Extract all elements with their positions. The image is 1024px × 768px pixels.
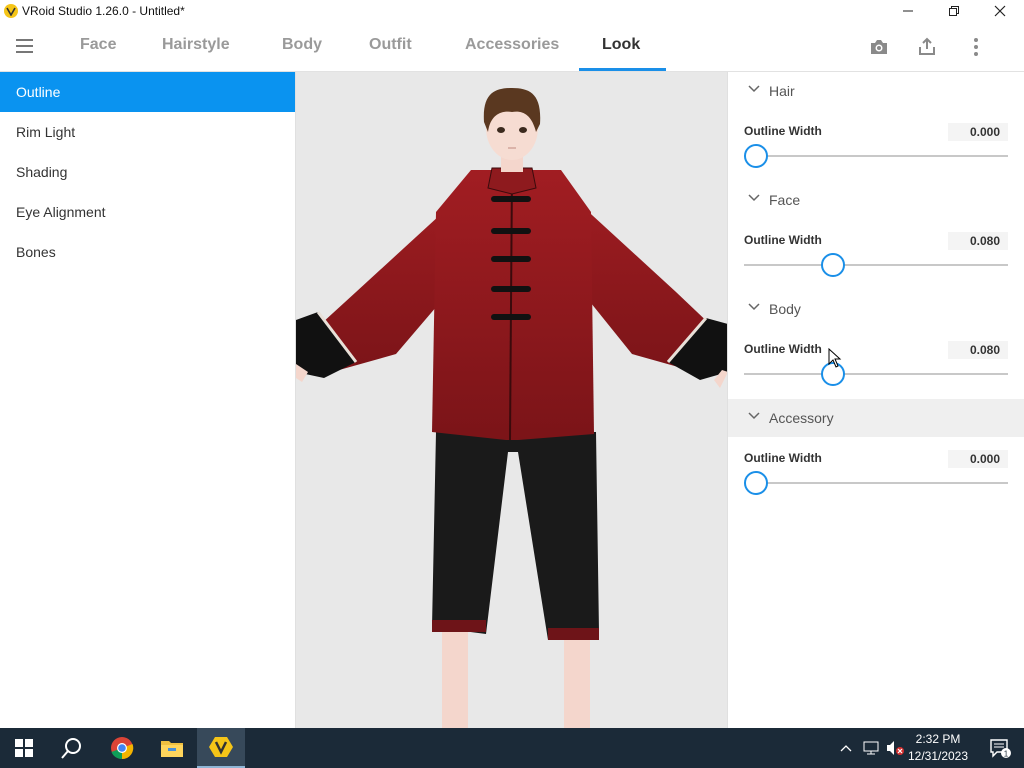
camera-icon[interactable] <box>868 36 890 58</box>
sidebar-item-bones[interactable]: Bones <box>0 232 295 272</box>
more-vert-icon[interactable] <box>965 36 987 58</box>
minimize-icon <box>903 10 913 12</box>
title-bar: VRoid Studio 1.26.0 - Untitled* <box>0 0 1024 22</box>
tab-accessories[interactable]: Accessories <box>465 36 559 54</box>
character-model <box>296 88 727 728</box>
action-center-button[interactable]: 1 <box>976 728 1024 768</box>
volume-button[interactable] <box>884 728 906 768</box>
restore-icon <box>949 6 959 16</box>
hair-outline-width-slider[interactable] <box>744 155 1008 157</box>
section-face-header[interactable]: Face <box>728 181 1024 219</box>
properties-panel: Hair Outline Width 0.000 Face Outline Wi… <box>728 72 1024 728</box>
taskbar-search-button[interactable] <box>48 728 96 768</box>
section-body-header[interactable]: Body <box>728 290 1024 328</box>
file-explorer-icon <box>161 741 183 757</box>
face-outline-width-value[interactable]: 0.080 <box>948 232 1008 250</box>
top-nav: Face Hairstyle Body Outfit Accessories L… <box>0 22 1024 72</box>
accessory-outline-width-label: Outline Width <box>744 451 822 465</box>
model-viewport[interactable] <box>296 72 728 728</box>
taskbar-clock[interactable]: 2:32 PM 12/31/2023 <box>905 731 971 765</box>
section-face-title: Face <box>769 192 801 208</box>
accessory-outline-width-thumb[interactable] <box>744 471 768 495</box>
tray-overflow-button[interactable] <box>836 728 856 768</box>
tab-look[interactable]: Look <box>602 36 640 54</box>
chevron-down-icon <box>748 85 760 93</box>
minimize-button[interactable] <box>885 0 931 22</box>
accessory-outline-width-slider[interactable] <box>744 482 1008 484</box>
sidebar-item-outline[interactable]: Outline <box>0 72 295 112</box>
network-button[interactable] <box>860 728 882 768</box>
hamburger-icon[interactable] <box>16 39 38 55</box>
clock-time: 2:32 PM <box>915 732 961 746</box>
tab-face[interactable]: Face <box>80 36 116 54</box>
search-icon <box>61 738 81 759</box>
restore-button[interactable] <box>931 0 977 22</box>
section-hair-header[interactable]: Hair <box>728 72 1024 110</box>
taskbar: 2:32 PM 12/31/2023 1 <box>0 728 1024 768</box>
section-accessory-header[interactable]: Accessory <box>728 399 1024 437</box>
mouse-cursor-icon <box>828 348 842 368</box>
active-tab-indicator <box>579 68 666 71</box>
face-outline-width-label: Outline Width <box>744 233 822 247</box>
close-button[interactable] <box>977 0 1023 22</box>
start-button[interactable] <box>0 728 48 768</box>
body-outline-width-value[interactable]: 0.080 <box>948 341 1008 359</box>
close-icon <box>994 5 1006 17</box>
hair-outline-width-thumb[interactable] <box>744 144 768 168</box>
tab-body[interactable]: Body <box>282 36 322 54</box>
windows-start-icon <box>15 739 33 757</box>
chevron-down-icon <box>748 194 760 202</box>
tab-outfit[interactable]: Outfit <box>369 36 412 54</box>
body-outline-width-slider[interactable] <box>744 373 1008 375</box>
chrome-icon <box>111 737 134 760</box>
section-body-title: Body <box>769 301 801 317</box>
body-outline-width-label: Outline Width <box>744 342 822 356</box>
network-icon <box>863 741 879 755</box>
section-hair-title: Hair <box>769 83 795 99</box>
share-icon[interactable] <box>916 36 938 58</box>
taskbar-file-explorer[interactable] <box>148 728 196 768</box>
tab-hairstyle[interactable]: Hairstyle <box>162 36 230 54</box>
vroid-icon <box>209 737 233 757</box>
look-sidebar: Outline Rim Light Shading Eye Alignment … <box>0 72 296 728</box>
face-outline-width-slider[interactable] <box>744 264 1008 266</box>
sidebar-item-shading[interactable]: Shading <box>0 152 295 192</box>
volume-muted-icon <box>887 741 904 755</box>
accessory-outline-width-value[interactable]: 0.000 <box>948 450 1008 468</box>
tray-chevron-up-icon <box>840 745 852 752</box>
chevron-down-icon <box>748 303 760 311</box>
section-accessory-title: Accessory <box>769 410 834 426</box>
vroid-logo-icon <box>4 4 18 18</box>
window-title: VRoid Studio 1.26.0 - Untitled* <box>22 4 185 18</box>
sidebar-item-eye-alignment[interactable]: Eye Alignment <box>0 192 295 232</box>
clock-date: 12/31/2023 <box>907 749 969 763</box>
taskbar-vroid[interactable] <box>197 728 245 768</box>
hair-outline-width-value[interactable]: 0.000 <box>948 123 1008 141</box>
notification-count: 1 <box>1004 750 1009 759</box>
chevron-down-icon <box>748 412 760 420</box>
hair-outline-width-label: Outline Width <box>744 124 822 138</box>
notification-icon: 1 <box>990 739 1011 759</box>
taskbar-chrome[interactable] <box>98 728 146 768</box>
app-window: VRoid Studio 1.26.0 - Untitled* Face Hai… <box>0 0 1024 728</box>
sidebar-item-rim-light[interactable]: Rim Light <box>0 112 295 152</box>
face-outline-width-thumb[interactable] <box>821 253 845 277</box>
